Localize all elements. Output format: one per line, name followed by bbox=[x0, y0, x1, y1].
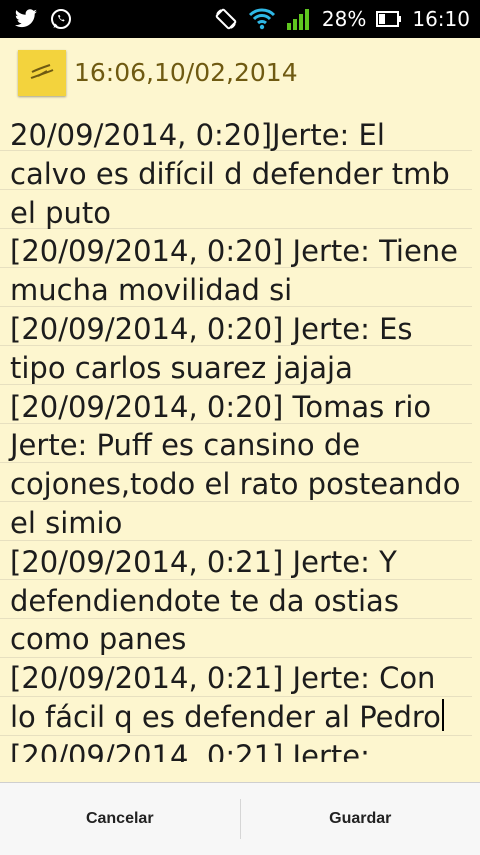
battery-percent: 28% bbox=[322, 7, 366, 31]
cancel-button[interactable]: Cancelar bbox=[0, 783, 240, 855]
text-cursor bbox=[442, 699, 444, 731]
note-title: 16:06,10/02,2014 bbox=[74, 58, 298, 87]
note-scribble-icon bbox=[18, 50, 66, 96]
note-header: 16:06,10/02,2014 bbox=[0, 38, 480, 108]
status-bar: 28% 16:10 bbox=[0, 0, 480, 38]
screen-rotate-icon bbox=[214, 7, 238, 31]
note-body-text: 20/09/2014, 0:20]Jerte: El calvo es difí… bbox=[10, 116, 472, 762]
notification-icons bbox=[14, 8, 72, 30]
twitter-icon bbox=[14, 9, 38, 29]
note-icon bbox=[18, 50, 66, 96]
note-body-tail: [20/09/2014, 0:21] Jerte: bbox=[10, 739, 370, 762]
signal-icon bbox=[286, 7, 312, 31]
whatsapp-icon bbox=[50, 8, 72, 30]
battery-icon bbox=[376, 10, 402, 28]
note-body-content: 20/09/2014, 0:20]Jerte: El calvo es difí… bbox=[10, 118, 460, 734]
clock: 16:10 bbox=[412, 7, 470, 31]
system-icons: 28% 16:10 bbox=[214, 0, 470, 38]
note-body-textarea[interactable]: 20/09/2014, 0:20]Jerte: El calvo es difí… bbox=[0, 108, 480, 762]
wifi-icon bbox=[248, 8, 276, 30]
action-bar: Cancelar Guardar bbox=[0, 782, 480, 855]
save-button[interactable]: Guardar bbox=[241, 783, 480, 855]
